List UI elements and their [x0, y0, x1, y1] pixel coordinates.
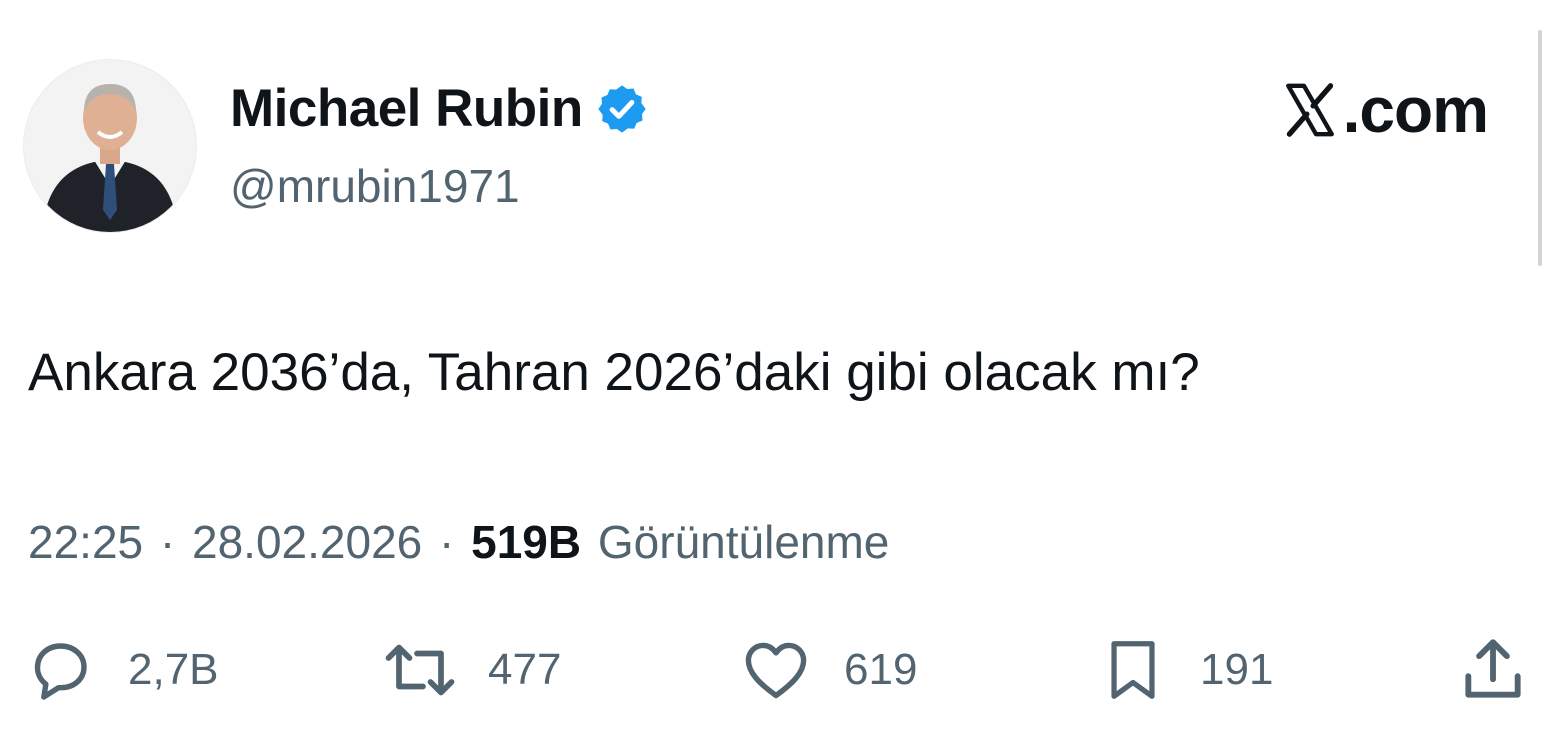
author-handle[interactable]: @mrubin1971 — [230, 160, 649, 212]
bookmark-count: 191 — [1200, 645, 1274, 694]
repost-icon — [385, 644, 455, 696]
reply-count: 2,7B — [128, 645, 219, 694]
tweet-actions: 2,7B 477 619 191 — [0, 630, 1546, 710]
brand-text: .com — [1342, 74, 1489, 146]
avatar-image — [24, 60, 196, 232]
tweet-time[interactable]: 22:25 — [28, 516, 143, 568]
like-button[interactable]: 619 — [736, 630, 917, 710]
meta-separator: · — [439, 516, 455, 568]
avatar[interactable] — [24, 60, 196, 232]
x-logo-icon — [1285, 83, 1334, 137]
share-button[interactable] — [1456, 630, 1530, 710]
views-count: 519B — [471, 516, 582, 568]
views-label: Görüntülenme — [597, 516, 890, 568]
repost-button[interactable]: 477 — [378, 630, 561, 710]
verified-badge-icon[interactable] — [595, 82, 649, 136]
tweet-author: Michael Rubin @mrubin1971 — [230, 78, 649, 212]
share-icon — [1465, 639, 1521, 698]
bookmark-icon — [1111, 641, 1155, 699]
author-name[interactable]: Michael Rubin — [230, 78, 583, 140]
repost-count: 477 — [488, 645, 562, 694]
heart-icon — [745, 642, 807, 699]
scrollbar[interactable] — [1538, 30, 1542, 266]
bookmark-button[interactable]: 191 — [1098, 630, 1273, 710]
like-count: 619 — [844, 645, 918, 694]
author-name-row: Michael Rubin — [230, 78, 649, 140]
reply-icon — [34, 643, 87, 700]
brand-watermark: .com — [1281, 74, 1489, 146]
tweet-meta: 22:25 · 28.02.2026 · 519B Görüntülenme — [28, 512, 889, 572]
tweet-text: Ankara 2036’da, Tahran 2026’daki gibi ol… — [28, 343, 1200, 402]
reply-button[interactable]: 2,7B — [22, 630, 219, 710]
tweet-date[interactable]: 28.02.2026 — [192, 516, 422, 568]
meta-separator: · — [159, 516, 176, 568]
